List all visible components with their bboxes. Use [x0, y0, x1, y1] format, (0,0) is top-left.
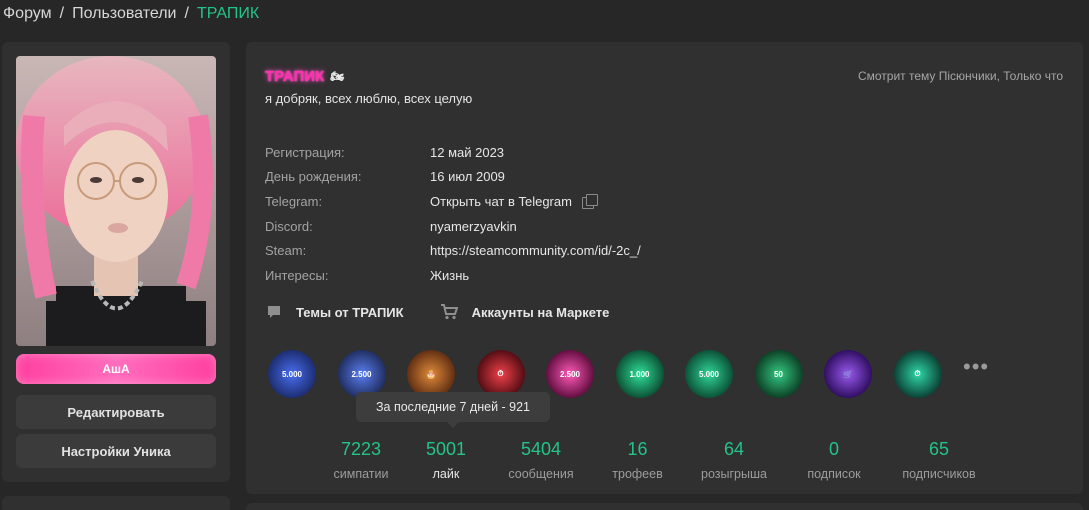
stat-label: трофеев — [612, 467, 663, 481]
unique-settings-button[interactable]: Настройки Уника — [16, 434, 216, 468]
info-value: Жизнь — [430, 267, 470, 283]
info-label: Discord: — [265, 218, 313, 234]
trophy-50-giveaways[interactable]: 50 — [754, 350, 803, 398]
stat-value: 7223 — [340, 439, 382, 459]
trophy-cake[interactable]: 🎂 — [407, 350, 455, 398]
trophy-5000-likes[interactable]: 5.000 — [685, 350, 733, 398]
stat-label: подписок — [807, 467, 861, 481]
info-value: nyamerzyavkin — [430, 218, 517, 234]
info-label: Регистрация: — [265, 144, 345, 160]
stopwatch-icon: ⏱ — [914, 369, 921, 378]
breadcrumb-separator: / — [59, 5, 65, 22]
user-threads-label: Темы от ТРАПИК — [296, 304, 404, 320]
info-row-birthday: День рождения: 16 июл 2009 — [265, 165, 641, 190]
stat-messages[interactable]: 5404 сообщения — [496, 439, 586, 481]
info-label: Telegram: — [265, 193, 323, 209]
info-value: 16 июл 2009 — [430, 169, 505, 185]
info-label: Steam: — [265, 243, 307, 259]
stat-label: подписчиков — [902, 467, 976, 481]
trophy-2500-likes[interactable]: 2.500 — [546, 350, 594, 398]
stat-label: сообщения — [508, 467, 574, 481]
info-row-telegram: Telegram: Открыть чат в Telegram — [265, 189, 641, 214]
trophy-text: 1.000 — [629, 369, 650, 379]
more-trophies-button[interactable]: ••• — [963, 354, 989, 398]
stat-value: 16 — [627, 439, 648, 459]
trophies-list: 5.000 2.500 🎂 ⏱ 2.500 1.000 5.000 50 🛒 ⏱… — [268, 350, 989, 398]
stat-giveaways[interactable]: 64 розыгрыша — [689, 439, 779, 481]
profile-status: я добряк, всех люблю, всех целую — [265, 91, 473, 106]
stat-value: 64 — [723, 439, 745, 459]
stat-label: лайк — [432, 467, 460, 481]
trophy-text: 2.500 — [559, 369, 581, 379]
username-text: ТРАПИК — [265, 68, 325, 85]
trophy-text: 5.000 — [281, 369, 303, 379]
info-row-interests: Интересы: Жизнь — [265, 263, 641, 288]
info-row-discord: Discord: nyamerzyavkin — [265, 214, 641, 239]
info-label: День рождения: — [265, 169, 362, 185]
comment-icon — [268, 306, 280, 318]
breadcrumb-separator: / — [184, 5, 189, 22]
info-value: 12 май 2023 — [430, 144, 505, 160]
profile-links: Темы от ТРАПИК Аккаунты на Маркете — [266, 304, 609, 320]
trophy-2500-messages[interactable]: 2.500 — [337, 350, 386, 398]
breadcrumb-current: ТРАПИК — [196, 5, 260, 22]
stat-value: 0 — [828, 439, 839, 459]
user-threads-link[interactable]: Темы от ТРАПИК — [266, 304, 404, 320]
profile-main-panel: ТРАПИК 🏍 я добряк, всех люблю, всех целу… — [246, 42, 1083, 494]
edit-profile-button[interactable]: Редактировать — [16, 395, 216, 429]
stopwatch-icon: ⏱ — [497, 369, 504, 378]
stat-value: 5404 — [520, 439, 562, 459]
stat-label: симпатии — [333, 467, 389, 481]
trophy-market[interactable]: 🛒 — [824, 350, 872, 398]
trophy-active-red[interactable]: ⏱ — [476, 350, 525, 398]
telegram-link[interactable]: Открыть чат в Telegram — [430, 194, 572, 209]
trophy-text: 5.000 — [698, 369, 720, 379]
stat-sympathies[interactable]: 7223 симпатии — [326, 439, 396, 481]
stat-followers[interactable]: 65 подписчиков — [889, 439, 989, 481]
market-accounts-link[interactable]: Аккаунты на Маркете — [440, 304, 610, 320]
steam-link[interactable]: https://steamcommunity.com/id/-2c_/ — [430, 243, 641, 258]
info-row-steam: Steam: https://steamcommunity.com/id/-2c… — [265, 238, 641, 263]
profile-banner: AшA — [16, 354, 216, 384]
trophy-active-green[interactable]: ⏱ — [893, 350, 942, 398]
profile-username: ТРАПИК 🏍 — [265, 68, 344, 85]
cart-icon: 🛒 — [843, 369, 853, 379]
info-label: Интересы: — [265, 267, 329, 283]
likes-tooltip: За последние 7 дней - 921 — [356, 392, 550, 428]
trophy-1000-likes[interactable]: 1.000 — [615, 350, 664, 398]
sidebar-lower-panel — [2, 496, 230, 510]
stat-value: 65 — [928, 439, 950, 459]
trophy-5000-messages[interactable]: 5.000 — [268, 350, 316, 398]
avatar[interactable] — [16, 56, 216, 346]
breadcrumb-users-link[interactable]: Пользователи — [72, 5, 176, 23]
stat-label: розыгрыша — [701, 467, 767, 481]
trophy-text: 2.500 — [351, 369, 372, 379]
breadcrumb: Форум / Пользователи / ТРАПИК — [3, 5, 259, 23]
stat-trophies[interactable]: 16 трофеев — [586, 439, 689, 481]
telegram-value: Открыть чат в Telegram — [430, 194, 598, 210]
stat-following[interactable]: 0 подписок — [779, 439, 889, 481]
main-lower-panel — [246, 503, 1083, 510]
profile-stats: 7223 симпатии 5001 лайк 5404 сообщения 1… — [326, 439, 989, 481]
profile-info-table: Регистрация: 12 май 2023 День рождения: … — [265, 140, 641, 288]
market-accounts-label: Аккаунты на Маркете — [471, 304, 610, 320]
cake-icon: 🎂 — [426, 369, 436, 379]
activity-status[interactable]: Смотрит тему Пiсюнчики, Только что — [858, 69, 1063, 83]
breadcrumb-forum-link[interactable]: Форум — [3, 5, 52, 23]
profile-sidebar: AшA Редактировать Настройки Уника — [2, 42, 230, 482]
motorcycle-icon: 🏍 — [330, 71, 345, 83]
stat-value: 5001 — [425, 439, 467, 459]
stat-likes[interactable]: 5001 лайк — [396, 439, 496, 481]
copy-icon[interactable] — [581, 194, 598, 210]
trophy-text: 50 — [774, 369, 783, 379]
info-row-registration: Регистрация: 12 май 2023 — [265, 140, 641, 165]
cart-icon — [440, 304, 458, 320]
